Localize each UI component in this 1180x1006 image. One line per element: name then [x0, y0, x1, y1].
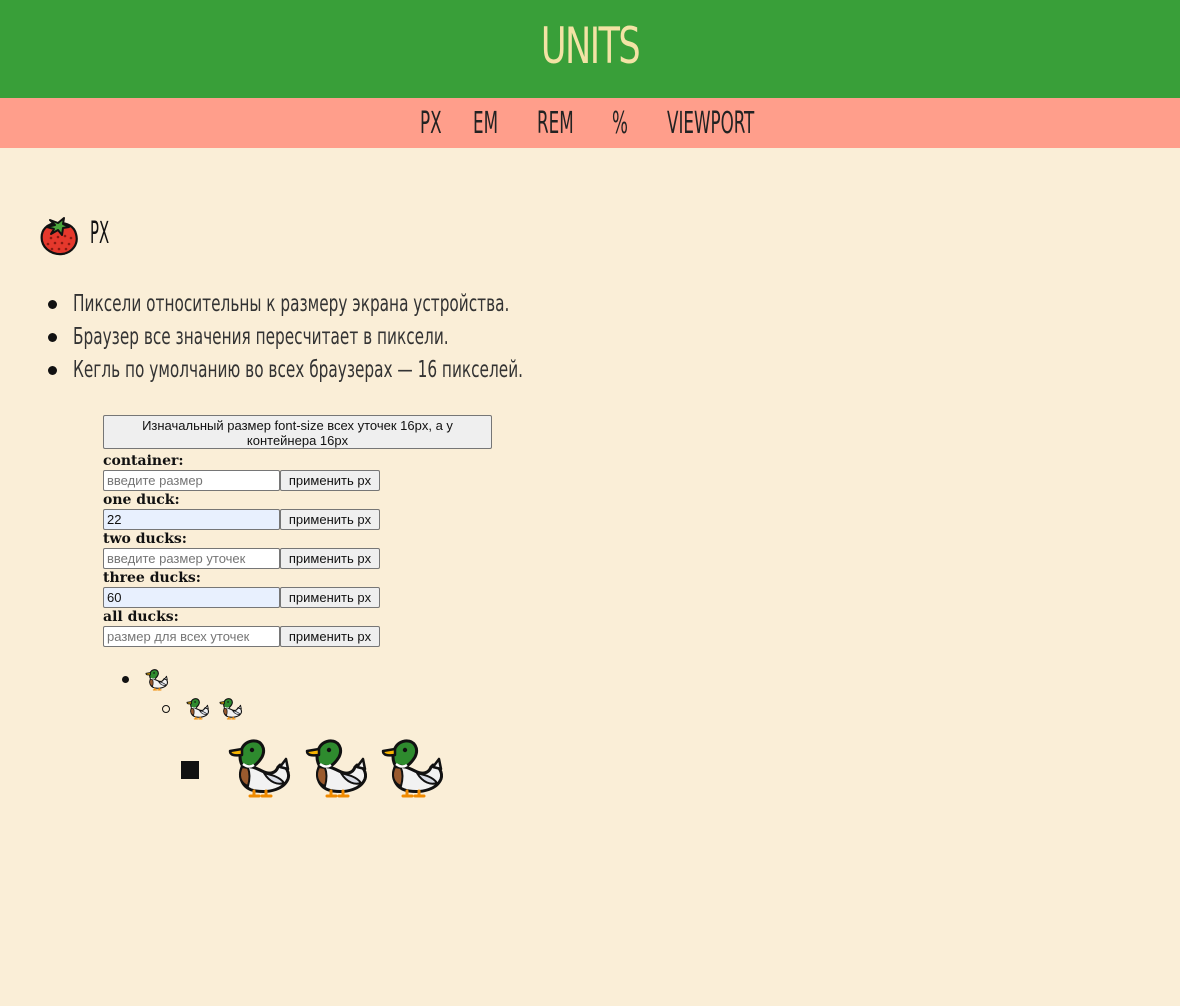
nav-link-percent[interactable]: %: [612, 105, 628, 143]
all-ducks-size-input[interactable]: [103, 626, 280, 647]
all-ducks-apply-button[interactable]: применить px: [280, 626, 380, 647]
two-ducks-size-input[interactable]: [103, 548, 280, 569]
one-duck-label: one duck:: [103, 492, 180, 508]
duck-icon: [186, 695, 210, 720]
bullet-square: [181, 761, 199, 779]
one-duck-size-input[interactable]: [103, 509, 280, 530]
fact-text: Пиксели относительны к размеру экрана ус…: [73, 291, 510, 317]
container-apply-button[interactable]: применить px: [280, 470, 380, 491]
list-item: Кегль по умолчанию во всех браузерах — 1…: [48, 354, 681, 387]
two-ducks-apply-button[interactable]: применить px: [280, 548, 380, 569]
three-ducks-label: three ducks:: [103, 570, 201, 586]
duck-icon: [219, 695, 243, 720]
strawberry-icon: [40, 217, 78, 256]
one-duck-apply-button[interactable]: применить px: [280, 509, 380, 530]
section-title: PX: [90, 216, 110, 251]
container-size-input[interactable]: [103, 470, 280, 491]
duck-icon: [305, 731, 369, 799]
nav-link-rem[interactable]: REM: [537, 105, 574, 143]
nav-link-em[interactable]: EM: [473, 105, 498, 143]
duck-icon: [145, 666, 169, 691]
bullet-disc: [122, 676, 129, 683]
site-title: UNITS: [540, 17, 641, 75]
three-ducks-size-input[interactable]: [103, 587, 280, 608]
initial-size-info-button[interactable]: Изначальный размер font-size всех уточек…: [103, 415, 492, 449]
list-item: Пиксели относительны к размеру экрана ус…: [48, 288, 681, 321]
container-label: container:: [103, 453, 184, 469]
nav-link-px[interactable]: PX: [420, 105, 442, 143]
fact-text: Кегль по умолчанию во всех браузерах — 1…: [73, 357, 524, 383]
duck-icon: [228, 731, 292, 799]
nav-link-viewport[interactable]: VIEWPORT: [667, 105, 754, 143]
facts-list: Пиксели относительны к размеру экрана ус…: [48, 288, 681, 387]
list-item: Браузер все значения пересчитает в пиксе…: [48, 321, 681, 354]
main-nav: PX EM REM % VIEWPORT: [0, 98, 1180, 148]
duck-icon: [381, 731, 445, 799]
bullet-circle: [162, 705, 170, 713]
site-header: UNITS: [0, 0, 1180, 98]
three-ducks-apply-button[interactable]: применить px: [280, 587, 380, 608]
all-ducks-label: all ducks:: [103, 609, 179, 625]
two-ducks-label: two ducks:: [103, 531, 187, 547]
fact-text: Браузер все значения пересчитает в пиксе…: [73, 324, 449, 350]
